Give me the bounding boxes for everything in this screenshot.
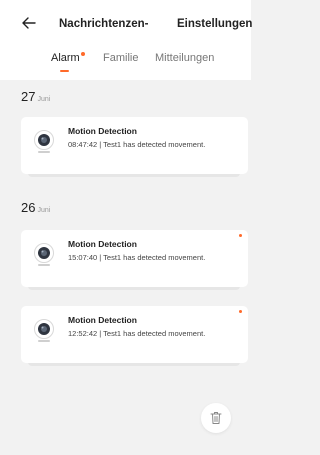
- tab-family[interactable]: Familie: [103, 52, 138, 64]
- trash-icon: [210, 412, 222, 424]
- notification-description: 08:47:42 | Test1 has detected movement.: [68, 140, 206, 149]
- active-tab-indicator: [60, 70, 69, 72]
- unread-dot: [239, 310, 242, 313]
- date-header: 26 Juni: [21, 199, 50, 217]
- page-title: Nachrichtenzen-: [59, 18, 149, 30]
- notification-title: Motion Detection: [68, 315, 137, 325]
- tab-bar: Alarm Familie Mitteilungen: [0, 52, 251, 78]
- tab-messages[interactable]: Mitteilungen: [155, 52, 214, 64]
- notification-title: Motion Detection: [68, 126, 137, 136]
- notification-card[interactable]: Motion Detection 15:07:40 | Test1 has de…: [21, 230, 248, 287]
- notification-card[interactable]: Motion Detection 12:52:42 | Test1 has de…: [21, 306, 248, 363]
- camera-icon: [34, 319, 54, 342]
- date-header: 27 Juni: [21, 88, 50, 106]
- date-month: Juni: [37, 207, 51, 214]
- date-month: Juni: [37, 96, 51, 103]
- arrow-left-icon[interactable]: [20, 14, 38, 32]
- tab-alarm[interactable]: Alarm: [51, 52, 80, 64]
- settings-link[interactable]: Einstellungen: [177, 18, 252, 30]
- unread-dot: [239, 234, 242, 237]
- date-day: 27: [21, 89, 36, 104]
- notification-card[interactable]: Motion Detection 08:47:42 | Test1 has de…: [21, 117, 248, 174]
- delete-button[interactable]: [201, 403, 231, 433]
- notification-description: 12:52:42 | Test1 has detected movement.: [68, 329, 206, 338]
- notification-title: Motion Detection: [68, 239, 137, 249]
- notification-description: 15:07:40 | Test1 has detected movement.: [68, 253, 206, 262]
- tab-alarm-badge-dot: [81, 52, 85, 56]
- date-day: 26: [21, 200, 36, 215]
- header-bar: Nachrichtenzen- Einstellungen Alarm Fami…: [0, 0, 252, 80]
- camera-icon: [34, 243, 54, 266]
- camera-icon: [34, 130, 54, 153]
